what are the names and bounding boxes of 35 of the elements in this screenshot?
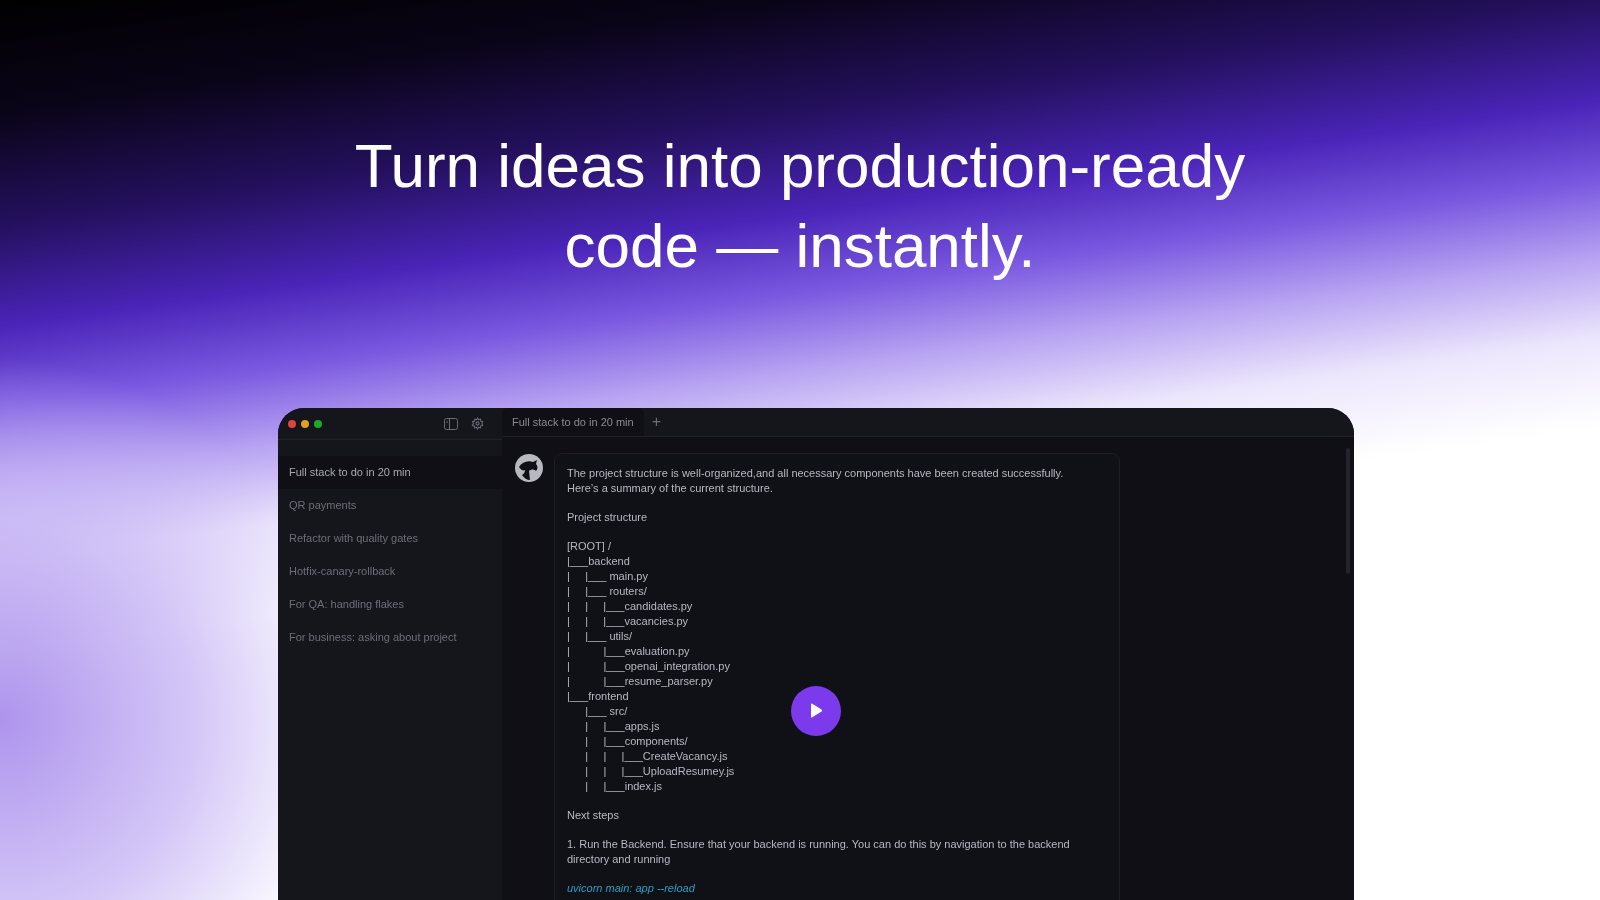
tree-line: [ROOT] / <box>567 539 611 554</box>
tree-line: | | |___vacancies.py <box>567 614 689 629</box>
new-tab-button[interactable]: + <box>651 414 661 430</box>
tree-line: |___backend <box>567 554 630 569</box>
message-text: The project structure is well-organized,and all necessary components have been created successfully. Here’s a summary of the current structure. <box>567 466 1065 496</box>
message-text: Project structure <box>567 510 649 525</box>
tree-line: |___frontend <box>567 689 629 704</box>
tree-line: |___ src/ <box>584 704 628 719</box>
tree-line: | |___ routers/ <box>567 584 647 599</box>
message-text: 1. Run the Backend. Ensure that your backend is running. You can do this by navigation to the backend directory and running <box>567 837 1071 867</box>
settings-icon[interactable] <box>471 417 484 430</box>
tree-line: | |___evaluation.py <box>567 644 690 659</box>
sidebar-toggle-icon[interactable] <box>444 417 458 430</box>
tree-line: | | |___candidates.py <box>567 599 693 614</box>
code-command: uvicorn main: app --reload <box>567 881 696 896</box>
play-icon <box>809 703 823 719</box>
sidebar-item[interactable]: Refactor with quality gates <box>278 522 502 555</box>
sidebar-item[interactable]: For QA: handling flakes <box>278 588 502 621</box>
tree-line: | |___openai_integration.py <box>567 659 730 674</box>
sidebar-item[interactable]: Full stack to do in 20 min <box>278 456 502 489</box>
tree-line: | | |___UploadResumey.js <box>584 764 735 779</box>
tree-line: | |___apps.js <box>584 719 660 734</box>
headline: Turn ideas into production-ready code — instantly. <box>353 130 1247 282</box>
message-text: Next steps <box>567 808 620 823</box>
tab[interactable]: Full stack to do in 20 min <box>502 408 644 436</box>
tree-line: | |___index.js <box>584 779 662 794</box>
sidebar-item[interactable]: Hotfix-canary-rollback <box>278 555 502 588</box>
sidebar-item[interactable]: QR payments <box>278 489 502 522</box>
avatar-icon <box>514 453 544 483</box>
tree-line: | |___ main.py <box>567 569 648 584</box>
tree-line: | | |___CreateVacancy.js <box>584 749 728 764</box>
tree-line: | |___resume_parser.py <box>567 674 713 689</box>
tree-line: | |___components/ <box>584 734 688 749</box>
tree-line: | |___ utils/ <box>567 629 633 644</box>
sidebar-item[interactable]: For business: asking about project <box>278 621 502 654</box>
